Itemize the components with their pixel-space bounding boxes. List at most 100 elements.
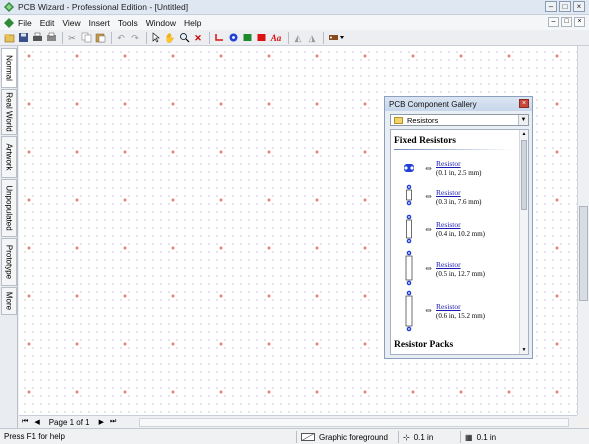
tab-artwork[interactable]: Artwork xyxy=(1,136,17,178)
grid-marker xyxy=(460,54,462,58)
maximize-button[interactable]: □ xyxy=(559,1,571,12)
open-icon[interactable] xyxy=(17,32,29,44)
grid-marker xyxy=(172,150,174,154)
gallery-scrollbar[interactable]: ▲ ▼ xyxy=(519,130,528,354)
copy-icon[interactable] xyxy=(80,32,92,44)
resistor-0-5in-icon[interactable] xyxy=(401,250,417,286)
close-button[interactable]: × xyxy=(573,1,585,12)
tab-normal[interactable]: Normal xyxy=(1,48,17,88)
grid-marker xyxy=(268,150,270,154)
rectangle-green-icon[interactable] xyxy=(241,32,253,44)
redo-icon[interactable]: ↷ xyxy=(129,32,141,44)
vertical-scrollbar[interactable] xyxy=(577,46,589,415)
grid-marker xyxy=(28,342,30,346)
section-resistor-packs: Resistor Packs xyxy=(394,340,454,350)
gallery-scroll-thumb[interactable] xyxy=(521,140,527,210)
resistor-link-4[interactable]: Resistor xyxy=(436,260,461,269)
resistor-symbol-icon: ⏛ xyxy=(425,308,432,315)
rectangle-red-icon[interactable] xyxy=(255,32,267,44)
resistor-0-4in-icon[interactable] xyxy=(401,214,417,244)
component-dropdown-icon[interactable] xyxy=(327,32,345,44)
vertical-scroll-thumb[interactable] xyxy=(579,206,588,301)
grid-marker xyxy=(76,246,78,250)
resistor-link-2[interactable]: Resistor xyxy=(436,188,461,197)
zoom-icon[interactable] xyxy=(178,32,190,44)
next-page-icon[interactable]: ▶ xyxy=(99,418,104,426)
doc-minimize-button[interactable]: – xyxy=(548,17,559,27)
mirror-icon[interactable]: ◭ xyxy=(292,32,304,44)
grid-marker xyxy=(316,150,318,154)
hand-icon[interactable]: ✋ xyxy=(164,32,176,44)
menu-insert[interactable]: Insert xyxy=(89,18,110,28)
status-help-text: Press F1 for help xyxy=(4,432,65,441)
grid-marker xyxy=(556,294,558,298)
text-icon[interactable]: Aa xyxy=(269,32,283,44)
new-icon[interactable] xyxy=(3,32,15,44)
grid-marker xyxy=(124,390,126,394)
menu-file[interactable]: File xyxy=(18,18,32,28)
grid-marker xyxy=(172,342,174,346)
toolbar-separator xyxy=(288,31,289,44)
rotate-icon[interactable]: ◮ xyxy=(306,32,318,44)
save-icon[interactable] xyxy=(31,32,43,44)
menu-help[interactable]: Help xyxy=(184,18,201,28)
pad-icon[interactable] xyxy=(227,32,239,44)
resistor-desc-1: (0.1 in, 2.5 mm) xyxy=(436,169,482,177)
track-icon[interactable] xyxy=(213,32,225,44)
page-navigation: ⏮ ◀ Page 1 of 1 ▶ ⏭ xyxy=(19,415,577,428)
grid-marker xyxy=(364,102,366,106)
grid-marker xyxy=(220,150,222,154)
grid-marker xyxy=(316,198,318,202)
minimize-button[interactable]: – xyxy=(545,1,557,12)
chevron-down-icon[interactable]: ▼ xyxy=(518,115,528,125)
resistor-0-6in-icon[interactable] xyxy=(401,290,417,332)
doc-restore-button[interactable]: □ xyxy=(561,17,572,27)
resistor-link-3[interactable]: Resistor xyxy=(436,220,461,229)
resistor-symbol-icon: ⏛ xyxy=(425,194,432,201)
grid-marker xyxy=(220,390,222,394)
scroll-up-icon[interactable]: ▲ xyxy=(520,130,528,138)
category-select[interactable]: Resistors ▼ xyxy=(390,114,529,126)
pointer-icon[interactable] xyxy=(150,32,162,44)
grid-marker xyxy=(460,390,462,394)
tab-more[interactable]: More xyxy=(1,287,17,315)
menu-view[interactable]: View xyxy=(62,18,80,28)
paste-icon[interactable] xyxy=(94,32,106,44)
last-page-icon[interactable]: ⏭ xyxy=(110,418,116,426)
grid-marker xyxy=(364,54,366,58)
cut-icon[interactable]: ✂ xyxy=(66,32,78,44)
menu-edit[interactable]: Edit xyxy=(40,18,55,28)
delete-icon[interactable]: ✕ xyxy=(192,32,204,44)
resistor-0-1in-icon[interactable] xyxy=(401,162,417,174)
grid-marker xyxy=(556,246,558,250)
resistor-link-1[interactable]: Resistor xyxy=(436,159,461,168)
grid-marker xyxy=(268,390,270,394)
doc-close-button[interactable]: × xyxy=(574,17,585,27)
grid-marker xyxy=(76,294,78,298)
tab-prototype[interactable]: Prototype xyxy=(1,238,17,286)
undo-icon[interactable]: ↶ xyxy=(115,32,127,44)
horizontal-scrollbar[interactable] xyxy=(139,418,569,427)
menu-tools[interactable]: Tools xyxy=(118,18,138,28)
grid-marker xyxy=(28,54,30,58)
gallery-close-button[interactable]: × xyxy=(519,99,529,108)
first-page-icon[interactable]: ⏮ xyxy=(22,418,28,426)
gallery-title-bar[interactable]: PCB Component Gallery xyxy=(385,97,532,111)
resistor-link-5[interactable]: Resistor xyxy=(436,302,461,311)
tab-unpopulated[interactable]: Unpopulated xyxy=(1,179,17,237)
grid-marker xyxy=(76,390,78,394)
print-icon[interactable] xyxy=(45,32,57,44)
resistor-0-3in-icon[interactable] xyxy=(401,184,417,206)
grid-marker xyxy=(124,150,126,154)
prev-page-icon[interactable]: ◀ xyxy=(34,418,39,426)
component-gallery-panel: PCB Component Gallery × Resistors ▼ Fixe… xyxy=(384,96,533,359)
document-icon[interactable] xyxy=(4,17,14,28)
resistor-symbol-icon: ⏛ xyxy=(425,166,432,173)
grid-marker xyxy=(268,198,270,202)
tab-real-world[interactable]: Real World xyxy=(1,89,17,135)
scroll-down-icon[interactable]: ▼ xyxy=(520,346,528,354)
menu-window[interactable]: Window xyxy=(146,18,176,28)
grid-marker xyxy=(412,390,414,394)
resistor-desc-3: (0.4 in, 10.2 mm) xyxy=(436,230,485,238)
status-grid-y: ▦ 0.1 in xyxy=(460,431,585,443)
